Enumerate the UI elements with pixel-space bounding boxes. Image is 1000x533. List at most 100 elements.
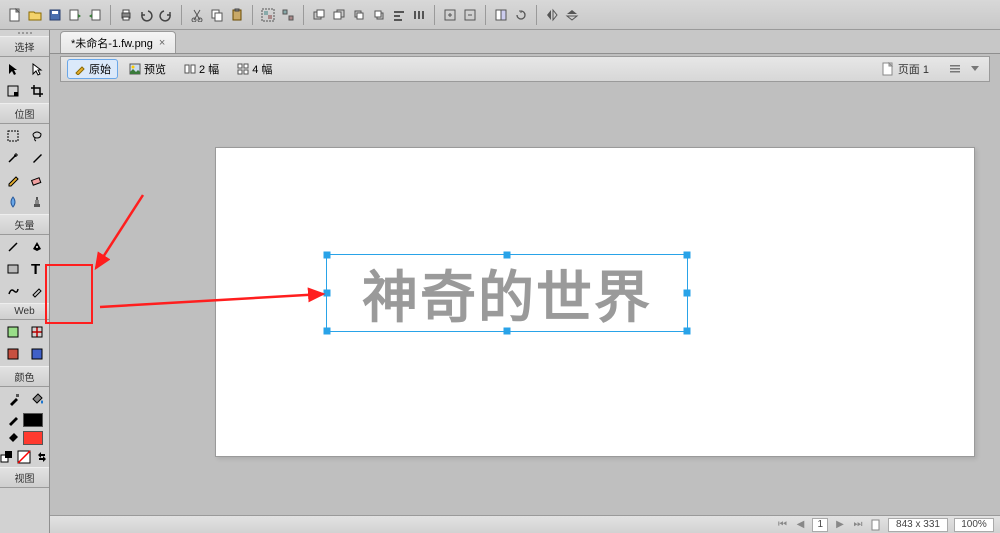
send-backward-icon[interactable]: [370, 6, 388, 24]
zoom-in-icon[interactable]: [441, 6, 459, 24]
separator: [485, 5, 486, 25]
close-tab-icon[interactable]: ×: [159, 37, 165, 49]
resize-handle-bl[interactable]: [324, 328, 331, 335]
import-icon[interactable]: [66, 6, 84, 24]
distribute-icon[interactable]: [410, 6, 428, 24]
page-label: 页面 1: [898, 61, 929, 77]
last-page-icon[interactable]: ⏭: [852, 519, 864, 531]
view-4up-button[interactable]: 4 幅: [230, 59, 279, 79]
subselect-tool-icon[interactable]: [25, 58, 49, 80]
eyedropper-tool-icon[interactable]: [1, 388, 25, 410]
pencil-tool-icon[interactable]: [1, 169, 25, 191]
swap-colors-icon[interactable]: [35, 449, 49, 465]
copy-icon[interactable]: [208, 6, 226, 24]
resize-handle-tr[interactable]: [684, 252, 691, 259]
next-page-icon[interactable]: ▶: [834, 519, 846, 531]
resize-handle-b[interactable]: [504, 328, 511, 335]
paint-bucket-tool-icon[interactable]: [25, 388, 49, 410]
open-file-icon[interactable]: [26, 6, 44, 24]
four-up-icon: [237, 63, 249, 75]
line-tool-icon[interactable]: [1, 236, 25, 258]
compare-icon[interactable]: [492, 6, 510, 24]
canvas-text[interactable]: 神奇的世界: [327, 255, 687, 331]
document-tab[interactable]: *未命名-1.fw.png ×: [60, 31, 176, 53]
save-icon[interactable]: [46, 6, 64, 24]
marquee-tool-icon[interactable]: [1, 125, 25, 147]
print-icon[interactable]: [117, 6, 135, 24]
undo-icon[interactable]: [137, 6, 155, 24]
pen-tool-icon[interactable]: [25, 236, 49, 258]
cut-icon[interactable]: [188, 6, 206, 24]
view-original-button[interactable]: 原始: [67, 59, 118, 79]
view-2up-button[interactable]: 2 幅: [177, 59, 226, 79]
default-colors-row: [0, 447, 49, 467]
resize-handle-br[interactable]: [684, 328, 691, 335]
section-web: Web: [0, 303, 49, 320]
freeform-tool-icon[interactable]: [1, 280, 25, 302]
paste-icon[interactable]: [228, 6, 246, 24]
zoom-readout[interactable]: 100%: [954, 518, 994, 532]
rubber-stamp-tool-icon[interactable]: [25, 191, 49, 213]
send-back-icon[interactable]: [330, 6, 348, 24]
flip-h-icon[interactable]: [543, 6, 561, 24]
slice-tool-icon[interactable]: [25, 321, 49, 343]
svg-text:T: T: [31, 261, 40, 277]
brush-tool-icon[interactable]: [25, 147, 49, 169]
no-color-icon[interactable]: [17, 449, 31, 465]
fill-swatch-row: [0, 429, 49, 447]
section-colors: 颜色: [0, 366, 49, 387]
blur-tool-icon[interactable]: [1, 191, 25, 213]
panel-options-icon[interactable]: [949, 62, 963, 76]
magic-wand-tool-icon[interactable]: [1, 147, 25, 169]
dimensions-value: 843 x 331: [896, 519, 940, 530]
pointer-tool-icon[interactable]: [1, 58, 25, 80]
fill-color-swatch[interactable]: [23, 431, 43, 445]
align-icon[interactable]: [390, 6, 408, 24]
dimensions-readout: 843 x 331: [888, 518, 948, 532]
resize-handle-tl[interactable]: [324, 252, 331, 259]
resize-handle-t[interactable]: [504, 252, 511, 259]
tools-panel: 选择 位图 矢量 T Web 颜色: [0, 30, 50, 533]
zoom-out-icon[interactable]: [461, 6, 479, 24]
group-icon[interactable]: [259, 6, 277, 24]
text-selection-bounds[interactable]: 神奇的世界: [326, 254, 688, 332]
prev-page-icon[interactable]: ◀: [794, 519, 806, 531]
crop-tool-icon[interactable]: [25, 80, 49, 102]
resize-handle-r[interactable]: [684, 290, 691, 297]
view-original-label: 原始: [89, 61, 111, 77]
knife-tool-icon[interactable]: [25, 280, 49, 302]
ungroup-icon[interactable]: [279, 6, 297, 24]
hide-slice-icon[interactable]: [1, 343, 25, 365]
view-preview-button[interactable]: 预览: [122, 59, 173, 79]
bring-front-icon[interactable]: [310, 6, 328, 24]
page-number-field[interactable]: 1: [812, 518, 828, 532]
rectangle-tool-icon[interactable]: [1, 258, 25, 280]
default-colors-icon[interactable]: [0, 449, 14, 465]
show-slice-icon[interactable]: [25, 343, 49, 365]
eraser-tool-icon[interactable]: [25, 169, 49, 191]
new-file-icon[interactable]: [6, 6, 24, 24]
panel-menu-icon[interactable]: [969, 62, 983, 76]
two-up-icon: [184, 63, 196, 75]
image-small-icon: [129, 63, 141, 75]
stroke-color-swatch[interactable]: [23, 413, 43, 427]
bring-forward-icon[interactable]: [350, 6, 368, 24]
first-page-icon[interactable]: ⏮: [776, 519, 788, 531]
scale-tool-icon[interactable]: [1, 80, 25, 102]
page-indicator[interactable]: 页面 1: [874, 61, 937, 77]
flip-v-icon[interactable]: [563, 6, 581, 24]
separator: [303, 5, 304, 25]
main-toolbar: [0, 0, 1000, 30]
lasso-tool-icon[interactable]: [25, 125, 49, 147]
rotate-ccw-icon[interactable]: [512, 6, 530, 24]
new-page-icon[interactable]: [870, 519, 882, 531]
export-icon[interactable]: [86, 6, 104, 24]
zoom-value: 100%: [961, 519, 987, 530]
redo-icon[interactable]: [157, 6, 175, 24]
hotspot-tool-icon[interactable]: [1, 321, 25, 343]
text-tool-icon[interactable]: T: [25, 258, 49, 280]
separator: [181, 5, 182, 25]
section-vector: 矢量: [0, 214, 49, 235]
resize-handle-l[interactable]: [324, 290, 331, 297]
stroke-swatch-row: [0, 411, 49, 429]
